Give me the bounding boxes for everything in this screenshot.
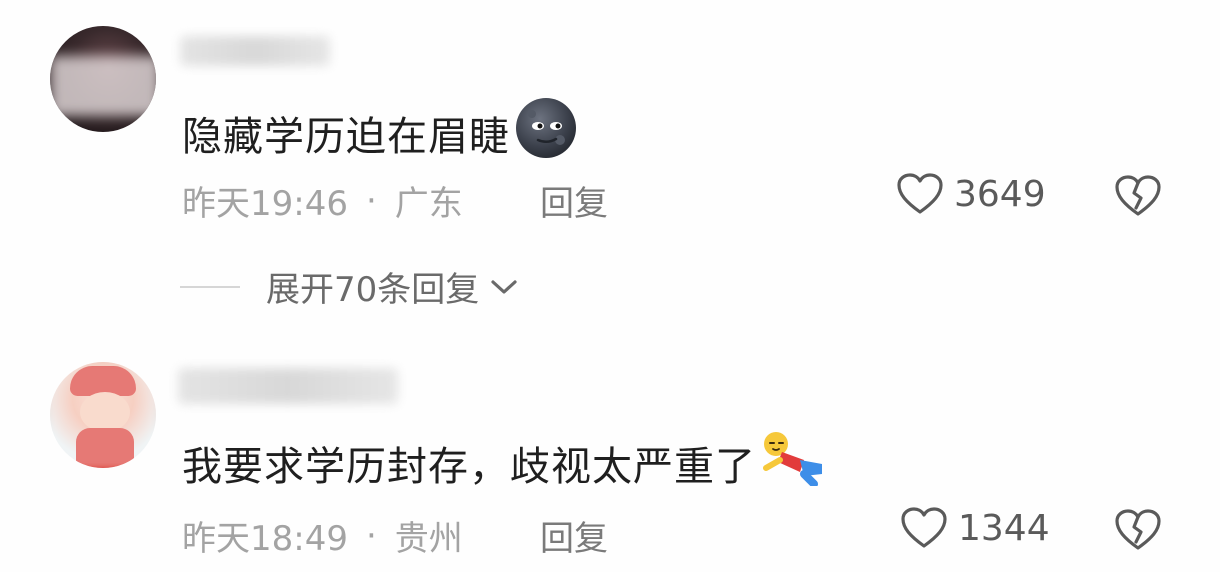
expand-replies-button[interactable]: 展开70条回复 — [180, 262, 519, 311]
expand-replies-label: 展开70条回复 — [266, 270, 480, 310]
moon-face-emoji-icon — [514, 96, 578, 170]
reply-button[interactable]: 回复 — [540, 176, 608, 225]
comment-list: 隐藏学历迫在眉睫 昨天19:46 · 广东 回复 3649 展开70条回复 我要… — [0, 0, 1220, 572]
comment-location: 贵州 — [394, 519, 463, 559]
comment-location: 广东 — [394, 184, 463, 224]
broken-heart-icon — [1115, 175, 1161, 216]
chevron-down-icon — [491, 279, 517, 294]
comment-text: 我要求学历封存，歧视太严重了 — [182, 430, 830, 496]
dislike-button[interactable] — [1114, 174, 1162, 222]
heart-icon — [897, 173, 943, 214]
meta-separator: · — [365, 180, 377, 221]
comment-meta: 昨天19:46 · 广东 — [182, 176, 463, 225]
like-button[interactable]: 1344 — [900, 506, 1050, 550]
comment-time: 昨天18:49 — [182, 519, 348, 559]
avatar[interactable] — [50, 362, 156, 468]
broken-heart-icon — [1115, 509, 1161, 550]
comment-body: 我要求学历封存，歧视太严重了 — [182, 444, 756, 490]
comment-time: 昨天19:46 — [182, 184, 348, 224]
like-button[interactable]: 3649 — [896, 172, 1046, 216]
dislike-button[interactable] — [1114, 508, 1162, 556]
lying-down-figure-emoji-icon — [760, 430, 830, 496]
comment-body: 隐藏学历迫在眉睫 — [182, 114, 510, 160]
like-count: 3649 — [954, 173, 1046, 215]
avatar[interactable] — [50, 26, 156, 132]
comment-text: 隐藏学历迫在眉睫 — [182, 96, 578, 170]
heart-icon — [901, 507, 947, 548]
comment-meta: 昨天18:49 · 贵州 — [182, 511, 463, 560]
meta-separator: · — [365, 515, 377, 556]
divider-line — [180, 285, 240, 288]
like-count: 1344 — [958, 507, 1050, 549]
reply-button[interactable]: 回复 — [540, 511, 608, 560]
username-blurred[interactable] — [180, 36, 330, 66]
username-blurred[interactable] — [178, 368, 398, 404]
